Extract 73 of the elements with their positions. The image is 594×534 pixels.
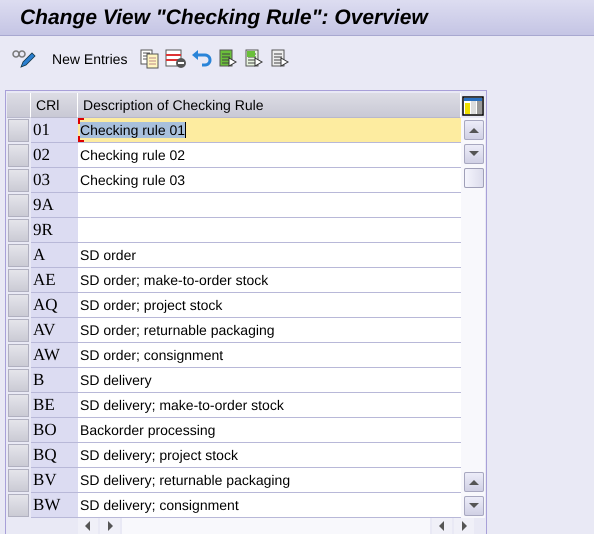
table-cell[interactable]: SD delivery; consignment (78, 493, 461, 518)
caret-up-icon (468, 478, 480, 486)
table-cell[interactable]: Checking rule 02 (78, 143, 461, 168)
table-cell[interactable]: SD order; project stock (78, 293, 461, 318)
scroll-down-button[interactable] (464, 496, 484, 516)
table-cell: B (31, 368, 78, 393)
caret-up-icon (468, 126, 480, 134)
row-selector[interactable] (8, 494, 29, 517)
column-header[interactable]: Description of Checking Rule (78, 93, 461, 118)
copy-button[interactable] (139, 48, 162, 70)
scroll-up-button[interactable] (464, 472, 484, 492)
column-header[interactable]: CRl (31, 93, 78, 118)
display-change-button[interactable] (12, 48, 36, 70)
caret-left-icon (439, 521, 445, 531)
row-selector[interactable] (8, 394, 29, 417)
scroll-left-button[interactable] (432, 518, 452, 534)
row-selector[interactable] (8, 144, 29, 167)
table-cell[interactable]: SD order; consignment (78, 343, 461, 368)
table-cell[interactable]: SD delivery; returnable packaging (78, 468, 461, 493)
row-selector[interactable] (8, 419, 29, 442)
table-cell: 02 (31, 143, 78, 168)
row-selector[interactable] (8, 169, 29, 192)
table-cell: AQ (31, 293, 78, 318)
table-cell[interactable]: Checking rule 01 (78, 118, 461, 143)
table-cell: BW (31, 493, 78, 518)
delete-button[interactable] (165, 48, 188, 70)
row-selector[interactable] (8, 469, 29, 492)
row-selector[interactable] (8, 369, 29, 392)
row-selector[interactable] (8, 244, 29, 267)
row-selector[interactable] (8, 294, 29, 317)
table-cell[interactable]: Backorder processing (78, 418, 461, 443)
scroll-down-button[interactable] (464, 144, 484, 164)
row-selector[interactable] (8, 444, 29, 467)
new-entries-button[interactable]: New Entries (46, 48, 134, 70)
table-cell: BE (31, 393, 78, 418)
table-cell: BO (31, 418, 78, 443)
row-selector[interactable] (8, 119, 29, 142)
caret-down-icon (468, 150, 480, 158)
table-cell[interactable] (78, 218, 461, 243)
table-cell: AV (31, 318, 78, 343)
caret-left-icon (85, 521, 91, 531)
table-cell[interactable]: SD delivery; make-to-order stock (78, 393, 461, 418)
table-cell[interactable]: SD order (78, 243, 461, 268)
table-cell: 03 (31, 168, 78, 193)
row-selector[interactable] (8, 269, 29, 292)
row-selector[interactable] (8, 194, 29, 217)
caret-right-icon (107, 521, 113, 531)
scroll-right-button[interactable] (100, 518, 120, 534)
row-selector[interactable] (8, 219, 29, 242)
table-cell[interactable]: SD order; returnable packaging (78, 318, 461, 343)
table-cell[interactable] (78, 193, 461, 218)
table-cell: BQ (31, 443, 78, 468)
table-cell: AE (31, 268, 78, 293)
table-cell: A (31, 243, 78, 268)
table-cell[interactable]: Checking rule 03 (78, 168, 461, 193)
scroll-right-button[interactable] (454, 518, 474, 534)
scroll-up-button[interactable] (464, 120, 484, 140)
caret-right-icon (461, 521, 467, 531)
scrollbar-track[interactable] (122, 518, 430, 534)
table-cell: BV (31, 468, 78, 493)
window-title: Change View "Checking Rule": Overview (20, 5, 428, 31)
caret-down-icon (468, 502, 480, 510)
row-selector[interactable] (8, 344, 29, 367)
scroll-left-button[interactable] (78, 518, 98, 534)
scroll-thumb[interactable] (464, 168, 484, 188)
table-cell[interactable]: SD delivery; project stock (78, 443, 461, 468)
table-cell: 01 (31, 118, 78, 143)
table-cell[interactable]: SD order; make-to-order stock (78, 268, 461, 293)
table-cell[interactable]: SD delivery (78, 368, 461, 393)
table-cell: 9A (31, 193, 78, 218)
table-cell: AW (31, 343, 78, 368)
table-cell: 9R (31, 218, 78, 243)
row-selector[interactable] (8, 319, 29, 342)
